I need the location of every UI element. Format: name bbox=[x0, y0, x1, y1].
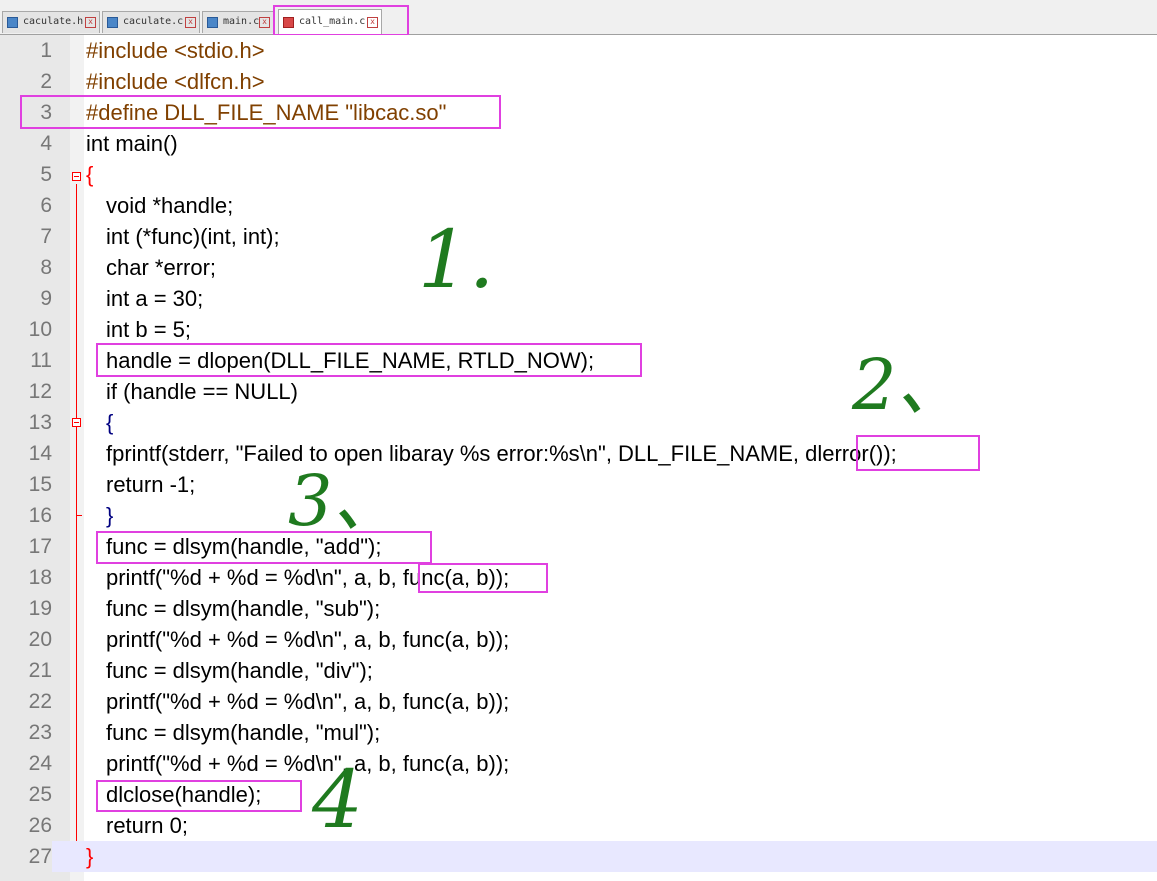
annotation-step-1: 1. bbox=[418, 213, 495, 306]
line-number: 16 bbox=[28, 504, 52, 527]
close-icon[interactable]: x bbox=[185, 17, 196, 28]
code-text: printf("%d + %d = %d\n", a, b, func(a, b… bbox=[106, 751, 510, 776]
code-line[interactable]: 22 printf("%d + %d = %d\n", a, b, func(a… bbox=[0, 686, 1157, 717]
line-number: 17 bbox=[28, 535, 52, 558]
line-number: 9 bbox=[40, 287, 52, 310]
code-line[interactable]: 2 #include <dlfcn.h> bbox=[0, 66, 1157, 97]
highlight-func-call bbox=[418, 563, 548, 593]
code-line[interactable]: 10 int b = 5; bbox=[0, 314, 1157, 345]
code-line[interactable]: 12 if (handle == NULL) bbox=[0, 376, 1157, 407]
code-text: } bbox=[106, 503, 114, 528]
line-number: 10 bbox=[28, 318, 52, 341]
code-text: fprintf(stderr, "Failed to open libaray … bbox=[106, 441, 897, 466]
line-number: 5 bbox=[40, 163, 52, 186]
annotation-step-3: 3、 bbox=[288, 460, 403, 542]
close-icon[interactable]: x bbox=[259, 17, 270, 28]
code-line[interactable]: 23 func = dlsym(handle, "mul"); bbox=[0, 717, 1157, 748]
tab-bar: caculate.h x caculate.c x main.c x call_… bbox=[0, 6, 1157, 35]
code-line[interactable]: 15 return -1; bbox=[0, 469, 1157, 500]
code-text: printf("%d + %d = %d\n", a, b, func(a, b… bbox=[106, 627, 510, 652]
line-number: 20 bbox=[28, 628, 52, 651]
code-text: printf("%d + %d = %d\n", a, b, func(a, b… bbox=[106, 689, 510, 714]
code-line[interactable]: 14 fprintf(stderr, "Failed to open libar… bbox=[0, 438, 1157, 469]
highlight-dlerror bbox=[856, 435, 980, 471]
line-number: 13 bbox=[28, 411, 52, 434]
code-line[interactable]: 7 int (*func)(int, int); bbox=[0, 221, 1157, 252]
code-line[interactable]: 1 #include <stdio.h> bbox=[0, 35, 1157, 66]
line-number: 14 bbox=[28, 442, 52, 465]
annotation-step-4: 4 bbox=[312, 753, 363, 846]
code-text: return -1; bbox=[106, 472, 196, 497]
line-number: 12 bbox=[28, 380, 52, 403]
code-line[interactable]: 21 func = dlsym(handle, "div"); bbox=[0, 655, 1157, 686]
code-editor[interactable]: 1 #include <stdio.h> 2 #include <dlfcn.h… bbox=[0, 35, 1157, 881]
code-text: #include <stdio.h> bbox=[86, 38, 265, 63]
code-line[interactable]: 8 char *error; bbox=[0, 252, 1157, 283]
code-line[interactable]: 24 printf("%d + %d = %d\n", a, b, func(a… bbox=[0, 748, 1157, 779]
code-line[interactable]: 9 int a = 30; bbox=[0, 283, 1157, 314]
annotation-step-2: 2、 bbox=[852, 344, 967, 426]
file-icon bbox=[207, 17, 218, 28]
code-line-current[interactable]: 27 } bbox=[0, 841, 1157, 872]
line-number: 11 bbox=[30, 349, 52, 372]
line-number: 19 bbox=[28, 597, 52, 620]
code-text: int main() bbox=[86, 131, 178, 156]
line-number: 26 bbox=[28, 814, 52, 837]
tab-main-c[interactable]: main.c x bbox=[202, 11, 274, 33]
highlight-dlclose bbox=[96, 780, 302, 812]
file-icon bbox=[107, 17, 118, 28]
line-number: 15 bbox=[28, 473, 52, 496]
line-number: 2 bbox=[40, 70, 52, 93]
code-line[interactable]: 26 return 0; bbox=[0, 810, 1157, 841]
code-text: func = dlsym(handle, "sub"); bbox=[106, 596, 381, 621]
line-number: 7 bbox=[40, 225, 52, 248]
code-line[interactable]: 5 { bbox=[0, 159, 1157, 190]
code-line[interactable]: 13 { bbox=[0, 407, 1157, 438]
code-line[interactable]: 20 printf("%d + %d = %d\n", a, b, func(a… bbox=[0, 624, 1157, 655]
line-number: 1 bbox=[40, 39, 52, 62]
code-line[interactable]: 6 void *handle; bbox=[0, 190, 1157, 221]
highlight-define-line bbox=[20, 95, 501, 129]
line-number: 24 bbox=[28, 752, 52, 775]
code-text: char *error; bbox=[106, 255, 217, 280]
tab-label: caculate.h bbox=[23, 16, 84, 27]
code-text: } bbox=[86, 844, 94, 869]
line-number: 21 bbox=[28, 659, 52, 682]
line-number: 25 bbox=[28, 783, 52, 806]
code-line[interactable]: 16 } bbox=[0, 500, 1157, 531]
line-number: 22 bbox=[28, 690, 52, 713]
code-line[interactable]: 4 int main() bbox=[0, 128, 1157, 159]
code-text: { bbox=[106, 410, 114, 435]
line-number: 4 bbox=[40, 132, 52, 155]
code-text: int a = 30; bbox=[106, 286, 204, 311]
tab-label: caculate.c bbox=[123, 16, 184, 27]
highlight-dlopen bbox=[96, 343, 642, 377]
tab-caculate-c[interactable]: caculate.c x bbox=[102, 11, 200, 33]
line-number: 23 bbox=[28, 721, 52, 744]
tab-caculate-h[interactable]: caculate.h x bbox=[2, 11, 100, 33]
line-number: 18 bbox=[28, 566, 52, 589]
line-number: 27 bbox=[0, 841, 52, 872]
code-text: void *handle; bbox=[106, 193, 234, 218]
tab-highlight-box bbox=[273, 5, 409, 36]
line-number: 6 bbox=[40, 194, 52, 217]
code-text: int (*func)(int, int); bbox=[106, 224, 280, 249]
code-line[interactable]: 19 func = dlsym(handle, "sub"); bbox=[0, 593, 1157, 624]
tab-label: main.c bbox=[223, 16, 260, 27]
code-text: if (handle == NULL) bbox=[106, 379, 298, 404]
code-text: #include <dlfcn.h> bbox=[86, 69, 265, 94]
code-text: return 0; bbox=[106, 813, 188, 838]
code-text: { bbox=[86, 162, 94, 187]
code-line[interactable]: 18 printf("%d + %d = %d\n", a, b, func(a… bbox=[0, 562, 1157, 593]
code-text: func = dlsym(handle, "div"); bbox=[106, 658, 373, 683]
code-text: func = dlsym(handle, "mul"); bbox=[106, 720, 381, 745]
code-text: int b = 5; bbox=[106, 317, 192, 342]
close-icon[interactable]: x bbox=[85, 17, 96, 28]
line-number: 8 bbox=[40, 256, 52, 279]
file-icon bbox=[7, 17, 18, 28]
